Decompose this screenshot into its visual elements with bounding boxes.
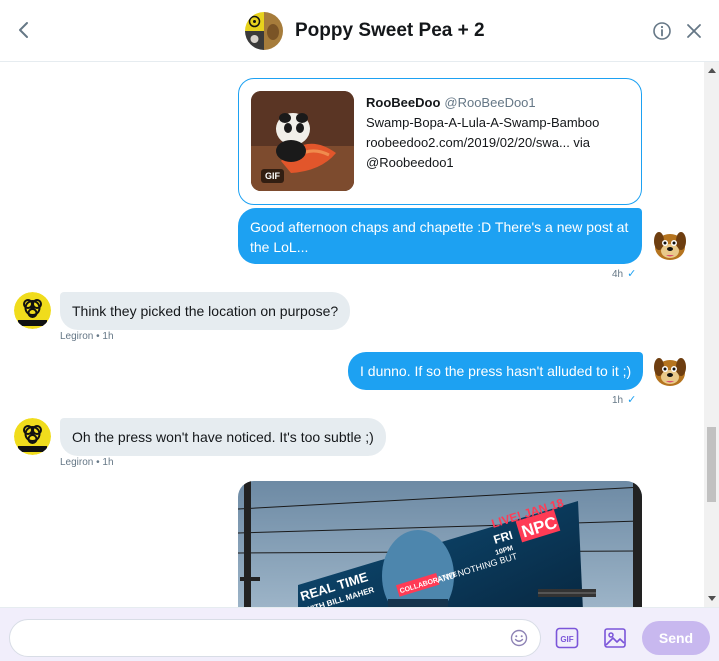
emoji-icon[interactable] [510, 629, 528, 647]
message-time: 4h [612, 269, 624, 280]
message-sender: Legiron [60, 331, 94, 342]
group-avatar [245, 12, 283, 50]
read-check-icon: ✓ [627, 268, 637, 280]
avatar[interactable] [651, 226, 688, 263]
card-url: roobeedoo2.com/2019/02/20/swa... via [366, 135, 591, 150]
message-list-scrollbar[interactable] [704, 62, 719, 607]
send-button[interactable]: Send [642, 621, 710, 655]
scroll-up-arrow-icon[interactable] [708, 68, 716, 73]
link-preview-card[interactable]: GIF RooBeeDoo @RooBeeDoo1 Swamp-Bopa-A-Lu… [238, 78, 642, 205]
avatar[interactable] [14, 418, 51, 455]
close-icon[interactable] [686, 23, 702, 39]
card-author-name: RooBeeDoo [366, 95, 441, 110]
message-time: 1h [612, 395, 624, 406]
scroll-down-arrow-icon[interactable] [708, 596, 716, 601]
message-bubble-incoming[interactable]: Oh the press won't have noticed. It's to… [60, 418, 386, 456]
back-chevron-icon[interactable] [14, 18, 34, 42]
conversation-title: Poppy Sweet Pea + 2 [295, 20, 485, 41]
gif-icon-label: GIF [560, 635, 573, 644]
gif-thumbnail[interactable]: GIF [251, 91, 354, 191]
scrollbar-thumb[interactable] [707, 427, 716, 502]
gif-icon[interactable]: GIF [555, 627, 579, 649]
info-icon[interactable] [652, 21, 672, 41]
read-check-icon: ✓ [627, 394, 637, 406]
message-time: 1h [102, 331, 114, 342]
card-via: @Roobeedoo1 [366, 155, 454, 170]
avatar[interactable] [651, 352, 688, 389]
link-card-text: RooBeeDoo @RooBeeDoo1 Swamp-Bopa-A-Lula-A… [366, 93, 636, 173]
message-sender: Legiron [60, 457, 94, 468]
message-meta: Legiron • 1h [60, 457, 114, 468]
message-bubble-incoming[interactable]: Think they picked the location on purpos… [60, 292, 351, 330]
card-author-handle: @RooBeeDoo1 [444, 95, 536, 110]
avatar[interactable] [14, 292, 51, 329]
message-meta: Legiron • 1h [60, 331, 114, 342]
message-bubble-outgoing[interactable]: Good afternoon chaps and chapette :D The… [238, 208, 642, 264]
message-time: 1h [102, 457, 114, 468]
message-meta: 4h ✓ [612, 267, 636, 280]
gif-badge: GIF [261, 169, 284, 183]
message-bubble-outgoing[interactable]: I dunno. If so the press hasn't alluded … [348, 352, 644, 390]
card-title: Swamp-Bopa-A-Lula-A-Swamp-Bamboo [366, 115, 600, 130]
conversation-header: Poppy Sweet Pea + 2 [0, 0, 719, 62]
image-icon[interactable] [603, 626, 627, 650]
message-list[interactable]: GIF RooBeeDoo @RooBeeDoo1 Swamp-Bopa-A-Lu… [0, 62, 704, 607]
message-meta: 1h ✓ [612, 393, 636, 406]
message-composer: GIF Send [0, 607, 719, 661]
billboard-photo[interactable]: LIVE! JAN 18 FRI 10PM NPC REAL TIME WITH… [238, 481, 642, 607]
message-input[interactable] [9, 619, 541, 657]
